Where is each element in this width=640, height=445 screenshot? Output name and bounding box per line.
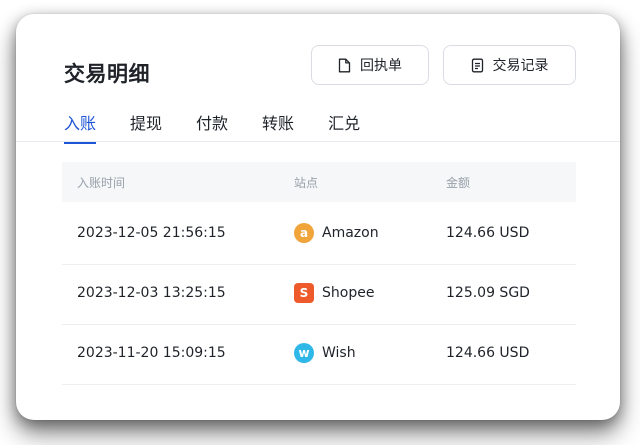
table-row[interactable]: 2023-12-05 21:56:15 a Amazon 124.66 USD — [62, 204, 576, 265]
transaction-details-card: 交易明细 回执单 交易记录 入账 提现 付款 转账 汇兑 入账时间 站点 金额 … — [16, 14, 620, 420]
row-amount: 124.66 USD — [446, 225, 530, 241]
tab-transfer[interactable]: 转账 — [262, 110, 294, 144]
row-site-name: Shopee — [322, 285, 375, 301]
wish-icon: w — [294, 343, 314, 363]
column-header-amount: 金额 — [446, 176, 471, 190]
column-header-time: 入账时间 — [77, 176, 126, 190]
table-header: 入账时间 站点 金额 — [62, 162, 576, 202]
row-site: a Amazon — [294, 223, 379, 243]
divider — [16, 141, 620, 142]
tab-payment[interactable]: 付款 — [196, 110, 228, 144]
tab-exchange[interactable]: 汇兑 — [328, 110, 360, 144]
page-title: 交易明细 — [64, 62, 150, 86]
transaction-records-button[interactable]: 交易记录 — [443, 45, 576, 85]
tab-incoming[interactable]: 入账 — [64, 110, 97, 144]
tab-withdraw[interactable]: 提现 — [130, 110, 162, 144]
row-time: 2023-12-05 21:56:15 — [77, 225, 226, 241]
records-button-label: 交易记录 — [492, 58, 549, 74]
row-site: w Wish — [294, 343, 356, 363]
table-row[interactable]: 2023-12-03 13:25:15 S Shopee 125.09 SGD — [62, 264, 576, 325]
receipt-button-label: 回执单 — [360, 58, 402, 74]
row-time: 2023-12-03 13:25:15 — [77, 285, 226, 301]
amazon-icon: a — [294, 223, 314, 243]
row-time: 2023-11-20 15:09:15 — [77, 345, 226, 361]
document-icon — [338, 58, 351, 72]
records-icon — [471, 58, 483, 72]
shopee-icon: S — [294, 283, 314, 303]
row-site: S Shopee — [294, 283, 374, 303]
column-header-site: 站点 — [294, 176, 319, 190]
row-amount: 125.09 SGD — [446, 285, 530, 301]
receipt-button[interactable]: 回执单 — [311, 45, 429, 85]
row-site-name: Amazon — [322, 225, 379, 241]
tab-bar: 入账 提现 付款 转账 汇兑 — [64, 110, 394, 144]
row-site-name: Wish — [322, 345, 356, 361]
row-amount: 124.66 USD — [446, 345, 530, 361]
table-row[interactable]: 2023-11-20 15:09:15 w Wish 124.66 USD — [62, 324, 576, 385]
